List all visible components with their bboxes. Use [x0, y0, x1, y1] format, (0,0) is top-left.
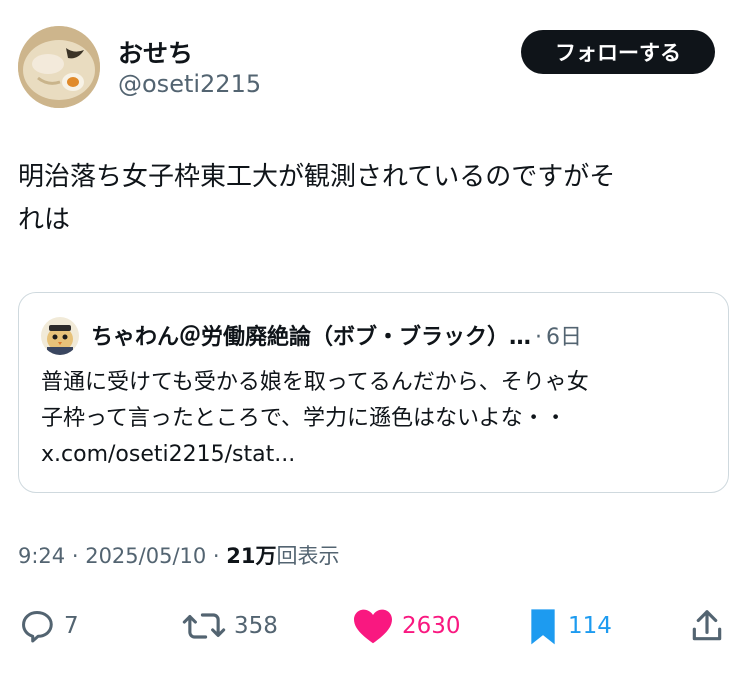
repost-button[interactable]: 358 — [182, 598, 278, 654]
share-button[interactable] — [688, 598, 726, 654]
tweet-time[interactable]: 9:24 — [18, 544, 65, 568]
author-name[interactable]: おせち — [118, 34, 193, 70]
author-avatar[interactable] — [18, 26, 100, 108]
tweet-date[interactable]: 2025/05/10 — [85, 544, 206, 568]
heart-filled-icon — [354, 609, 392, 644]
reply-count: 7 — [64, 613, 79, 639]
tweet-text-line: れは — [18, 205, 71, 235]
like-count: 2630 — [402, 613, 461, 639]
quote-author-avatar — [41, 317, 79, 355]
quote-header: ちゃわん＠労働廃絶論（ボブ・ブラック）… · 6日 — [91, 319, 708, 351]
quote-text-line: 子枠って言ったところで、学力に遜色はないよな・・ — [41, 406, 567, 431]
author-handle[interactable]: @oseti2215 — [118, 70, 261, 98]
bookmark-button[interactable]: 114 — [526, 598, 612, 654]
repost-count: 358 — [234, 613, 278, 639]
ramen-bowl-image — [18, 26, 100, 108]
action-bar: 7 358 2630 114 — [18, 598, 730, 654]
views-label: 回表示 — [276, 544, 340, 568]
quote-author-name: ちゃわん＠労働廃絶論（ボブ・ブラック）… — [91, 325, 532, 350]
meta-separator: · — [65, 544, 86, 568]
bird-avatar-icon — [41, 317, 79, 355]
quote-link[interactable]: x.com/oseti2215/stat... — [41, 437, 713, 473]
quote-text: 普通に受けても受かる娘を取ってるんだから、そりゃ女 子枠って言ったところで、学力… — [41, 365, 713, 473]
quoted-tweet-card[interactable]: ちゃわん＠労働廃絶論（ボブ・ブラック）… · 6日 普通に受けても受かる娘を取っ… — [18, 292, 729, 493]
quote-timestamp: 6日 — [546, 325, 583, 350]
like-button[interactable]: 2630 — [352, 598, 461, 654]
share-icon — [692, 610, 722, 641]
tweet-text: 明治落ち女子枠東工大が観測されているのですがそ れは — [18, 156, 730, 242]
reply-icon — [22, 611, 53, 643]
views-count: 21万 — [226, 544, 277, 568]
quote-text-line: 普通に受けても受かる娘を取ってるんだから、そりゃ女 — [41, 370, 589, 395]
meta-separator: · — [206, 544, 227, 568]
tweet-meta: 9:24 · 2025/05/10 · 21万回表示 — [18, 540, 340, 570]
reply-button[interactable]: 7 — [18, 598, 79, 654]
tweet-text-line: 明治落ち女子枠東工大が観測されているのですがそ — [18, 162, 616, 192]
quote-separator: · — [535, 325, 543, 350]
follow-button[interactable]: フォローする — [521, 30, 715, 74]
repost-icon — [182, 613, 226, 639]
bookmark-count: 114 — [568, 613, 612, 639]
bookmark-filled-icon — [531, 609, 555, 645]
